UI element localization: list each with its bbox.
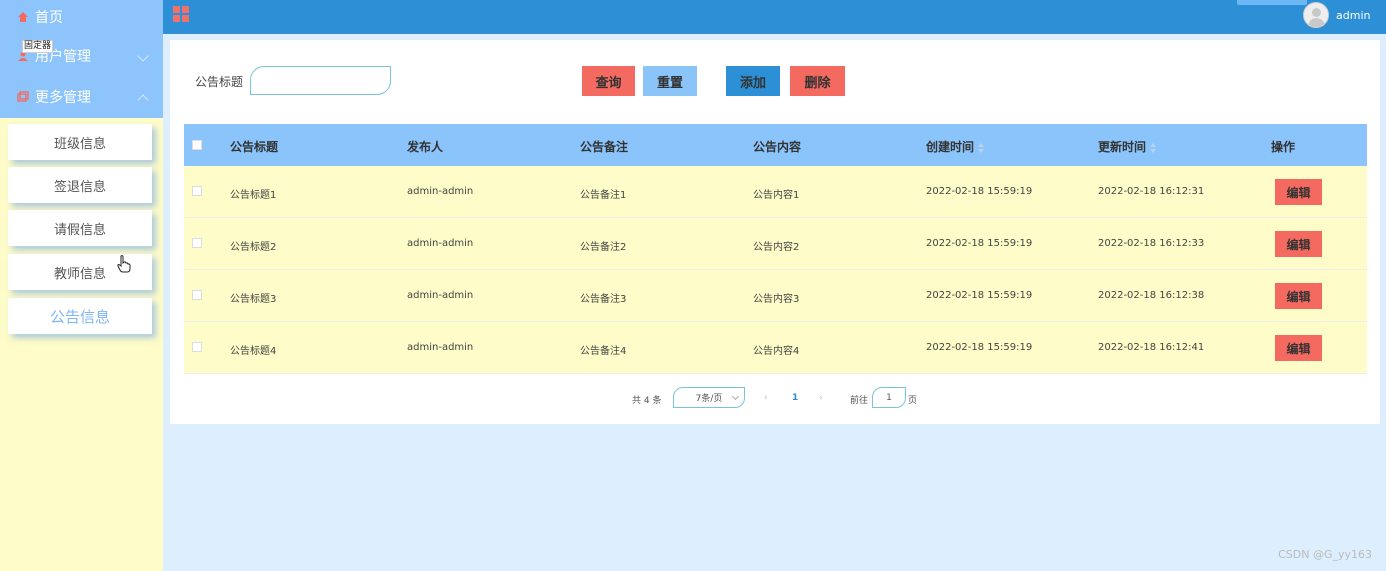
sidebar: 首页 用户管理 固定器 更多管理 班级信息 签退信息 请假信息 教师信息 公告信…: [0, 0, 163, 571]
cell-publisher: admin-admin: [407, 290, 474, 301]
cell-remark: 公告备注2: [580, 242, 627, 253]
cell-created: 2022-02-18 15:59:19: [926, 238, 1033, 249]
tooltip: 固定器: [22, 40, 54, 53]
page-number[interactable]: 1: [792, 393, 798, 403]
cell-content: 公告内容2: [753, 242, 800, 253]
goto-page-input[interactable]: 1: [872, 387, 906, 408]
sidebar-sub-notice-info[interactable]: 公告信息: [8, 298, 152, 334]
cell-updated: 2022-02-18 16:12:41: [1098, 342, 1205, 353]
edit-button[interactable]: 编辑: [1275, 231, 1322, 257]
next-page-icon[interactable]: ›: [819, 393, 823, 403]
search-label: 公告标题: [195, 75, 244, 89]
edit-button[interactable]: 编辑: [1275, 335, 1322, 361]
column-header-label: 创建时间: [926, 140, 975, 154]
cell-created: 2022-02-18 15:59:19: [926, 290, 1033, 301]
sidebar-item-label: 首页: [35, 10, 63, 26]
watermark: CSDN @G_yy163: [1278, 548, 1372, 561]
pagination: 共 4 条 7条/页 ‹ 1 › 前往 1 页: [170, 387, 1380, 409]
table-row: 公告标题1 admin-admin 公告备注1 公告内容1 2022-02-18…: [184, 166, 1367, 218]
sort-icon[interactable]: [1150, 142, 1157, 153]
cell-created: 2022-02-18 15:59:19: [926, 342, 1033, 353]
cell-remark: 公告备注4: [580, 346, 627, 357]
table-header: 公告标题 发布人 公告备注 公告内容 创建时间 更新时间 操作: [184, 124, 1367, 166]
sidebar-sub-class-info[interactable]: 班级信息: [8, 124, 152, 160]
hand-cursor-icon: [117, 255, 131, 273]
cell-title: 公告标题4: [230, 346, 277, 357]
sort-icon[interactable]: [978, 142, 985, 153]
home-icon: [18, 12, 28, 22]
top-bar: admin: [163, 0, 1386, 34]
sidebar-sub-leave-info[interactable]: 请假信息: [8, 210, 152, 246]
add-button[interactable]: 添加: [726, 66, 780, 96]
sidebar-item-home[interactable]: 首页: [17, 7, 63, 27]
page-size-select[interactable]: 7条/页: [673, 387, 745, 408]
notice-table: 公告标题 发布人 公告备注 公告内容 创建时间 更新时间 操作 公告标题1 ad…: [184, 124, 1367, 374]
search-input[interactable]: [250, 66, 391, 95]
column-header-label: 更新时间: [1098, 140, 1147, 154]
cell-publisher: admin-admin: [407, 342, 474, 353]
column-header-updated[interactable]: 更新时间: [1098, 138, 1157, 155]
goto-suffix: 页: [908, 396, 918, 406]
cell-remark: 公告备注1: [580, 190, 627, 201]
row-checkbox[interactable]: [192, 238, 202, 248]
cell-content: 公告内容1: [753, 190, 800, 201]
cell-publisher: admin-admin: [407, 186, 474, 197]
folder-icon: [17, 91, 29, 102]
cell-created: 2022-02-18 15:59:19: [926, 186, 1033, 197]
query-button[interactable]: 查询: [582, 66, 635, 96]
select-all-checkbox[interactable]: [192, 140, 202, 150]
row-checkbox[interactable]: [192, 342, 202, 352]
sidebar-sub-signout-info[interactable]: 签退信息: [8, 167, 152, 203]
total-count: 共 4 条: [632, 396, 662, 406]
username[interactable]: admin: [1336, 9, 1370, 22]
column-header-action: 操作: [1271, 140, 1296, 154]
chevron-down-icon[interactable]: [137, 50, 149, 62]
edit-button[interactable]: 编辑: [1275, 283, 1322, 309]
cell-title: 公告标题1: [230, 190, 277, 201]
row-checkbox[interactable]: [192, 186, 202, 196]
table-row: 公告标题3 admin-admin 公告备注3 公告内容3 2022-02-18…: [184, 270, 1367, 322]
column-header-publisher: 发布人: [407, 140, 444, 154]
grid-menu-icon[interactable]: [173, 6, 189, 22]
sidebar-menu-area: 首页 用户管理 固定器 更多管理: [0, 0, 163, 118]
cell-publisher: admin-admin: [407, 238, 474, 249]
table-row: 公告标题2 admin-admin 公告备注2 公告内容2 2022-02-18…: [184, 218, 1367, 270]
page-size-value: 7条/页: [695, 394, 723, 404]
cell-content: 公告内容4: [753, 346, 800, 357]
edit-button[interactable]: 编辑: [1275, 179, 1322, 205]
cell-title: 公告标题2: [230, 242, 277, 253]
row-checkbox[interactable]: [192, 290, 202, 300]
chevron-down-icon: [731, 392, 740, 401]
prev-page-icon[interactable]: ‹: [764, 393, 768, 403]
goto-page-value: 1: [886, 392, 892, 403]
cell-title: 公告标题3: [230, 294, 277, 305]
cell-updated: 2022-02-18 16:12:38: [1098, 290, 1205, 301]
main-panel: 公告标题 查询 重置 添加 删除 公告标题 发布人 公告备注 公告内容 创建时间…: [170, 40, 1380, 424]
column-header-remark: 公告备注: [580, 140, 629, 154]
column-header-title: 公告标题: [230, 140, 279, 154]
column-header-created[interactable]: 创建时间: [926, 138, 985, 155]
chevron-up-icon[interactable]: [137, 94, 149, 106]
reset-button[interactable]: 重置: [643, 66, 697, 96]
sidebar-item-label: 更多管理: [35, 90, 91, 106]
cell-content: 公告内容3: [753, 294, 800, 305]
column-header-content: 公告内容: [753, 140, 802, 154]
table-row: 公告标题4 admin-admin 公告备注4 公告内容4 2022-02-18…: [184, 322, 1367, 374]
top-action-button[interactable]: [1237, 0, 1307, 5]
sidebar-item-more[interactable]: 更多管理: [17, 87, 91, 107]
cell-remark: 公告备注3: [580, 294, 627, 305]
cell-updated: 2022-02-18 16:12:31: [1098, 186, 1205, 197]
goto-label: 前往: [850, 396, 869, 406]
cell-updated: 2022-02-18 16:12:33: [1098, 238, 1205, 249]
delete-button[interactable]: 删除: [790, 66, 845, 96]
avatar[interactable]: [1303, 2, 1329, 28]
